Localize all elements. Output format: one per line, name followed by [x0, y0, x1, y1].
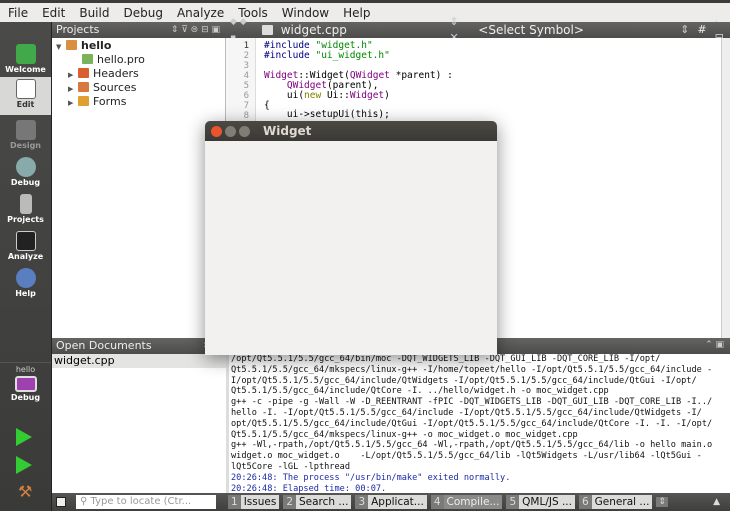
forms-folder-icon: [78, 96, 89, 106]
search-icon: ⚲: [80, 496, 91, 507]
menu-analyze[interactable]: Analyze: [177, 6, 224, 20]
output-line: g++ -c -pipe -g -Wall -W -D_REENTRANT -f…: [231, 397, 713, 408]
tab-qml-js-console[interactable]: 5 QML/JS ...: [506, 495, 575, 509]
projects-header: Projects ⇕ ⊽ ⊜ ⊟ ▣: [52, 22, 226, 38]
panel-tool-icons[interactable]: ⇕ ⊽ ⊜ ⊟ ▣: [171, 22, 220, 38]
mode-edit[interactable]: Edit: [0, 77, 51, 115]
mode-analyze[interactable]: Analyze: [0, 229, 51, 267]
hash-button[interactable]: #: [697, 22, 706, 38]
project-tree: ▼ hello hello.pro ▶ Headers ▶ Sources ▶ Form…: [52, 38, 226, 338]
tree-item-headers[interactable]: ▶ Headers: [68, 67, 139, 80]
pro-file-icon: [82, 54, 93, 64]
output-line: opt/Qt5.5.1/5.5/gcc_64/include/QtGui -I/…: [231, 418, 713, 429]
tree-item-forms[interactable]: ▶ Forms: [68, 95, 126, 108]
output-line: lQt5Core -lGL -lpthread: [231, 462, 350, 472]
mode-bar: Welcome Edit Design Debug Projects Analy…: [0, 22, 52, 511]
menu-help[interactable]: Help: [343, 6, 370, 20]
code-line: ui->setupUi(this);: [264, 109, 390, 120]
code-line: ui(new Ui::Widget): [264, 90, 390, 101]
output-line: Qt5.5.1/5.5/gcc_64/mkspecs/linux-g++ -o …: [231, 429, 578, 440]
compile-output: /opt/Qt5.5.1/5.5/gcc_64/bin/moc -DQT_WID…: [226, 354, 730, 494]
build-hammer-icon[interactable]: ⚒: [18, 482, 36, 501]
tab-compile-output[interactable]: 4 Compile...: [430, 495, 503, 509]
tab-issues[interactable]: 1 Issues: [228, 495, 280, 509]
output-line: I/opt/Qt5.5.1/5.5/gcc_64/include/QtWidge…: [231, 375, 697, 386]
help-icon: [15, 268, 36, 288]
menu-window[interactable]: Window: [282, 6, 329, 20]
kit-selector[interactable]: hello Debug: [0, 362, 51, 422]
design-pen-icon: [15, 120, 36, 140]
output-line: hello -I. -I/opt/Qt5.5.1/5.5/gcc_64/incl…: [231, 408, 702, 418]
toggle-output-icon[interactable]: ▲: [713, 497, 720, 507]
collapsed-arrow-icon[interactable]: ▶: [68, 71, 78, 79]
output-line: widget.o moc_widget.o -L/opt/Qt5.5.1/5.5…: [231, 451, 702, 462]
mode-welcome[interactable]: Welcome: [0, 42, 51, 80]
open-documents-header: Open Documents⇕ ⊟: [52, 338, 226, 354]
widget-window: Widget: [205, 121, 497, 355]
debug-run-icon[interactable]: [16, 456, 32, 474]
menu-build[interactable]: Build: [79, 6, 109, 20]
menu-file[interactable]: File: [8, 6, 28, 20]
tree-item-hello-pro[interactable]: hello.pro: [82, 53, 145, 66]
headers-folder-icon: [78, 68, 89, 78]
minimize-window-icon[interactable]: [225, 125, 236, 137]
menu-edit[interactable]: Edit: [42, 6, 65, 20]
editor-scrollbar[interactable]: [721, 38, 730, 340]
tree-item-hello[interactable]: ▼ hello: [56, 39, 111, 52]
edit-document-icon: [15, 79, 36, 99]
mode-design[interactable]: Design: [0, 118, 51, 156]
window-title: Widget: [263, 124, 312, 138]
code-line: #include "ui_widget.h": [264, 50, 390, 61]
mode-debug[interactable]: Debug: [0, 155, 51, 193]
tab-application-output[interactable]: 3 Applicat...: [355, 495, 427, 509]
menu-debug[interactable]: Debug: [123, 6, 162, 20]
cpp-file-icon: [262, 25, 273, 35]
sources-folder-icon: [78, 82, 89, 92]
locator-input[interactable]: ⚲ Type to locate (Ctr...: [76, 495, 216, 509]
maximize-close-icons[interactable]: ⌃ ▣: [705, 340, 724, 350]
output-line: Qt5.5.1/5.5/gcc_64/mkspecs/linux-g++ -I/…: [231, 364, 713, 375]
collapsed-arrow-icon[interactable]: ▶: [68, 99, 78, 107]
output-line: 20:26:48: The process "/usr/bin/make" ex…: [231, 472, 511, 483]
expanded-arrow-icon[interactable]: ▼: [56, 43, 66, 51]
debug-bug-icon: [15, 157, 36, 177]
output-line: g++ -Wl,-rpath,/opt/Qt5.5.1/5.5/gcc_64 -…: [231, 440, 713, 451]
run-icon[interactable]: [16, 428, 32, 446]
analyze-monitor-icon: [15, 231, 36, 251]
tab-general-messages[interactable]: 6 General ...: [578, 495, 653, 509]
mode-help[interactable]: Help: [0, 266, 51, 304]
tab-search-results[interactable]: 2 Search ...: [283, 495, 352, 509]
file-selector[interactable]: widget.cpp: [281, 22, 442, 38]
toggle-sidebar-icon[interactable]: [56, 497, 66, 507]
qt-logo-icon: [15, 44, 36, 64]
widget-titlebar[interactable]: Widget: [205, 121, 497, 141]
menu-bar: File Edit Build Debug Analyze Tools Wind…: [0, 3, 730, 22]
symbol-dropdown-icon[interactable]: ⇕: [680, 22, 689, 38]
collapsed-arrow-icon[interactable]: ▶: [68, 85, 78, 93]
output-line: Qt5.5.1/5.5/gcc_64/include/QtCore -I. ..…: [231, 386, 609, 397]
close-window-icon[interactable]: [211, 125, 222, 137]
open-documents-list: widget.cpp: [52, 354, 226, 493]
open-document-item[interactable]: widget.cpp: [52, 354, 226, 368]
maximize-window-icon[interactable]: [239, 125, 250, 137]
editor-toolbar: ◆ ◆ ▪ widget.cpp ⇕ ✕ <Select Symbol> ⇕ #…: [226, 15, 730, 44]
monitor-icon: [14, 376, 37, 392]
projects-icon: [19, 194, 32, 214]
output-line: /opt/Qt5.5.1/5.5/gcc_64/bin/moc -DQT_WID…: [231, 354, 661, 364]
mode-projects[interactable]: Projects: [0, 192, 51, 230]
more-tabs-icon[interactable]: ⇕: [656, 497, 668, 507]
tree-item-sources[interactable]: ▶ Sources: [68, 81, 137, 94]
symbol-selector[interactable]: <Select Symbol>: [478, 22, 672, 38]
project-folder-icon: [66, 40, 77, 50]
status-bar: ⚲ Type to locate (Ctr... 1 Issues 2 Search…: [52, 493, 730, 511]
